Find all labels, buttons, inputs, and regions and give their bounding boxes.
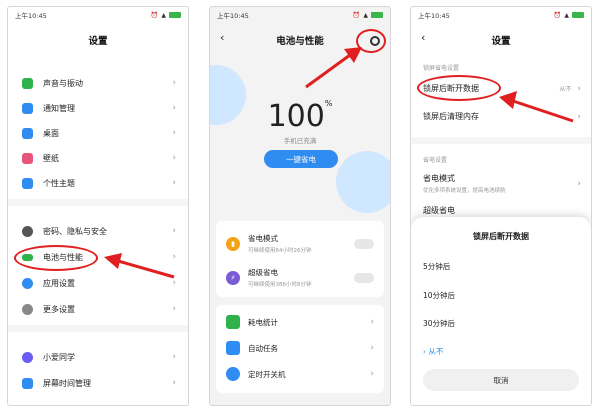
settings-item-notifications[interactable]: 通知管理 › <box>8 98 188 118</box>
alarm-icon: ⏰ <box>352 11 361 19</box>
chevron-right-icon: › <box>172 103 176 113</box>
settings-item-wallpaper[interactable]: 壁纸 › <box>8 148 188 168</box>
dots-icon <box>22 303 33 315</box>
battery-saver-icon: ▮ <box>226 236 240 251</box>
highlight-circle <box>14 245 98 271</box>
status-bar: 上午10:45 ⏰ ▲ <box>8 7 188 23</box>
usage-stats-row[interactable]: 耗电统计 › <box>226 315 374 329</box>
chevron-right-icon: › <box>172 352 176 362</box>
cancel-button[interactable]: 取消 <box>423 369 579 391</box>
clock-icon <box>226 367 240 381</box>
settings-item-assistant[interactable]: 小爱同学 › <box>8 347 188 367</box>
chevron-right-icon: › <box>172 226 176 236</box>
chevron-right-icon: › <box>370 369 374 379</box>
alarm-icon: ⏰ <box>150 11 159 19</box>
auto-tasks-row[interactable]: 自动任务 › <box>226 341 374 355</box>
decor-bubble <box>336 151 390 213</box>
bolt-icon: ⚡ <box>226 270 240 285</box>
signal-icon: ▲ <box>161 11 166 19</box>
annotation-arrow <box>305 47 362 89</box>
speaker-icon <box>22 77 33 89</box>
signal-icon: ▲ <box>564 11 569 19</box>
battery-status-icon <box>572 12 584 18</box>
assistant-icon <box>22 351 33 363</box>
section-label-save: 省电设置 <box>423 157 448 164</box>
settings-screen: 上午10:45 ⏰ ▲ 设置 声音与振动 › 通知管理 › 桌面 › 壁纸 › 个性主题 ›… <box>7 6 189 406</box>
settings-item-themes[interactable]: 个性主题 › <box>8 173 188 193</box>
chevron-right-icon: › <box>370 343 374 353</box>
brush-icon <box>22 177 33 189</box>
battery-tools-card: 耗电统计 › 自动任务 › 定时开关机 › <box>216 305 384 393</box>
battery-percent: 100% <box>267 99 333 134</box>
page-title: 设置 <box>88 36 108 47</box>
chevron-right-icon: › <box>172 178 176 188</box>
charge-status: 手机已充满 <box>283 137 317 145</box>
chevron-right-icon: › <box>172 304 176 314</box>
alarm-icon: ⏰ <box>553 11 562 19</box>
status-time: 上午10:45 <box>418 12 450 20</box>
option-10min[interactable]: 10分钟后 <box>423 290 455 301</box>
fingerprint-icon <box>22 225 33 237</box>
task-icon <box>226 341 240 355</box>
status-time: 上午10:45 <box>15 12 47 20</box>
one-key-save-button[interactable]: 一键省电 <box>264 150 338 168</box>
page-title: 设置 <box>491 36 511 47</box>
chevron-right-icon: › <box>577 178 581 189</box>
power-saver-row[interactable]: ▮ 省电模式 可继续使用64小时26分钟 <box>226 233 374 254</box>
sheet-title: 锁屏后断开数据 <box>473 232 529 241</box>
gear-icon <box>22 277 33 289</box>
settings-item-home[interactable]: 桌面 › <box>8 123 188 143</box>
battery-performance-screen: 上午10:45 ⏰ ▲ ‹ 电池与性能 100% 手机已充满 一键省电 ▮ 省电模… <box>209 6 391 406</box>
hourglass-icon <box>22 377 33 389</box>
power-saver-toggle[interactable] <box>354 238 374 249</box>
settings-item-sound[interactable]: 声音与振动 › <box>8 73 188 93</box>
chevron-right-icon: › <box>172 378 176 388</box>
annotation-arrow <box>104 253 175 279</box>
annotation-arrow <box>499 91 574 123</box>
bottom-sheet: 锁屏后断开数据 5分钟后 10分钟后 30分钟后 › 从不 取消 <box>411 217 591 405</box>
battery-status-icon <box>169 12 181 18</box>
option-30min[interactable]: 30分钟后 <box>423 318 455 329</box>
scheduled-power-row[interactable]: 定时开关机 › <box>226 367 374 381</box>
chart-icon <box>226 315 240 329</box>
flower-icon <box>22 152 33 164</box>
option-5min[interactable]: 5分钟后 <box>423 261 450 272</box>
chevron-right-icon: › <box>370 317 374 327</box>
ultra-saver-row[interactable]: ⚡ 超级省电 可继续使用386小时8分钟 <box>226 267 374 288</box>
signal-icon: ▲ <box>363 11 368 19</box>
section-divider <box>8 325 188 332</box>
power-mode-card: ▮ 省电模式 可继续使用64小时26分钟 ⚡ 超级省电 可继续使用386小时8分… <box>216 221 384 297</box>
highlight-circle <box>417 75 501 101</box>
section-divider <box>8 199 188 206</box>
status-bar: 上午10:45 ⏰ ▲ <box>411 7 591 23</box>
option-never[interactable]: › 从不 <box>423 346 443 357</box>
section-divider <box>411 137 591 144</box>
bell-icon <box>22 102 33 114</box>
settings-item-privacy[interactable]: 密码、隐私与安全 › <box>8 221 188 241</box>
battery-settings-screen: 上午10:45 ⏰ ▲ ‹ 设置 锁屏省电设置 锁屏后断开数据 从不 › 锁屏后清… <box>410 6 592 406</box>
chevron-right-icon: › <box>172 153 176 163</box>
settings-item-screen-time[interactable]: 屏幕时间管理 › <box>8 373 188 393</box>
ultra-saver-row[interactable]: 超级省电 <box>423 205 581 216</box>
chevron-right-icon: › <box>172 128 176 138</box>
status-time: 上午10:45 <box>217 12 249 20</box>
settings-item-more[interactable]: 更多设置 › <box>8 299 188 319</box>
section-label-lock: 锁屏省电设置 <box>423 65 460 72</box>
power-saver-mode-row[interactable]: 省电模式 优化多项系统设置，提高电池续航 › <box>423 173 581 194</box>
home-icon <box>22 127 33 139</box>
battery-status-icon <box>371 12 383 18</box>
ultra-saver-toggle[interactable] <box>354 272 374 283</box>
status-bar: 上午10:45 ⏰ ▲ <box>210 7 390 23</box>
chevron-right-icon: › <box>172 78 176 88</box>
